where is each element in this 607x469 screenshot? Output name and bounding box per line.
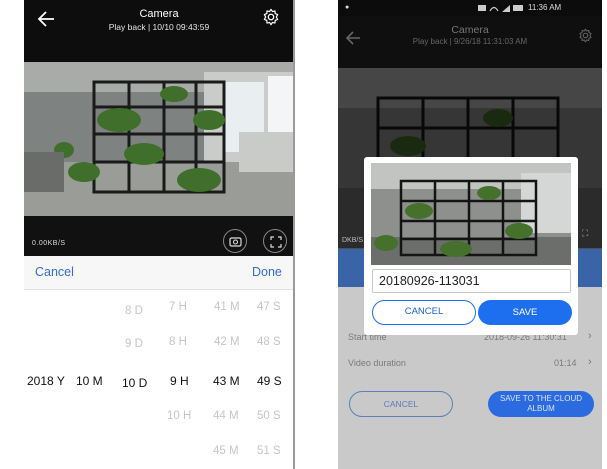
- video-duration-value: 01:14: [554, 358, 577, 368]
- picker-second-option[interactable]: 47 S: [257, 301, 281, 313]
- picker-year-selected[interactable]: 2018 Y: [27, 374, 65, 388]
- video-control-bar: 0.00KB/S: [24, 216, 294, 256]
- playback-subtitle: Play back | 10/10 09:43:59: [108, 22, 210, 32]
- right-header: Camera Play back | 9/26/18 11:31:03 AM: [338, 16, 602, 68]
- expand-icon: [270, 236, 282, 248]
- picker-second-option[interactable]: 51 S: [257, 445, 281, 457]
- gear-icon[interactable]: [262, 8, 280, 26]
- picker-month-selected[interactable]: 10 M: [76, 374, 103, 388]
- left-header: Camera Play back | 10/10 09:43:59: [24, 0, 294, 62]
- playback-subtitle: Play back | 9/26/18 11:31:03 AM: [412, 37, 528, 46]
- picker-minute-option[interactable]: 45 M: [213, 445, 239, 457]
- notification-icon: ●: [345, 4, 350, 11]
- camera-icon: [229, 237, 242, 247]
- recording-thumbnail: [371, 163, 571, 265]
- picker-minute-option[interactable]: 44 M: [213, 410, 239, 422]
- left-phone-screen: Camera Play back | 10/10 09:43:59 0.00KB…: [24, 0, 294, 469]
- picker-day-selected[interactable]: 10 D: [122, 376, 147, 390]
- chevron-right-icon[interactable]: ›: [588, 356, 592, 368]
- picker-toolbar: Cancel Done: [24, 256, 294, 290]
- video-duration-label: Video duration: [348, 358, 406, 368]
- cancel-button[interactable]: CANCEL: [349, 391, 453, 417]
- signal-wifi-battery-icons: [478, 5, 523, 12]
- picker-second-selected[interactable]: 49 S: [257, 374, 282, 388]
- picker-hour-option[interactable]: 7 H: [169, 301, 187, 313]
- status-time: 11:36 AM: [528, 3, 562, 12]
- fullscreen-button[interactable]: [263, 229, 287, 253]
- picker-hour-option[interactable]: 8 H: [169, 336, 187, 348]
- save-to-cloud-button[interactable]: SAVE TO THE CLOUD ALBUM: [488, 391, 594, 417]
- done-button[interactable]: Done: [252, 265, 282, 279]
- screen-divider: [293, 0, 295, 469]
- data-rate-text: DKB/S: [342, 237, 364, 244]
- date-time-picker[interactable]: 8 D 7 H 41 M 47 S 9 D 8 H 42 M 48 S 2018…: [24, 290, 294, 469]
- data-rate-text: 0.00KB/S: [32, 240, 66, 247]
- picker-second-option[interactable]: 48 S: [257, 336, 281, 348]
- picker-hour-option[interactable]: 10 H: [167, 410, 191, 422]
- picker-day-option[interactable]: 9 D: [125, 338, 143, 350]
- dialog-save-button[interactable]: SAVE: [478, 300, 572, 325]
- picker-hour-selected[interactable]: 9 H: [170, 374, 189, 388]
- cancel-button[interactable]: Cancel: [35, 265, 74, 279]
- filename-input[interactable]: 20180926-113031: [372, 269, 571, 293]
- status-bar: ● 11:36 AM: [338, 0, 602, 16]
- dialog-cancel-button[interactable]: CANCEL: [372, 300, 476, 325]
- chevron-right-icon[interactable]: ›: [588, 330, 592, 342]
- picker-minute-option[interactable]: 41 M: [214, 301, 240, 313]
- snapshot-button[interactable]: [223, 229, 247, 253]
- gear-icon[interactable]: [578, 28, 593, 43]
- picker-second-option[interactable]: 50 S: [257, 410, 281, 422]
- save-recording-dialog: 20180926-113031 CANCEL SAVE: [364, 157, 578, 335]
- video-preview[interactable]: [24, 62, 294, 216]
- picker-minute-selected[interactable]: 43 M: [213, 374, 240, 388]
- right-phone-screen: ● 11:36 AM Camera Play back | 9/26/18 11…: [338, 0, 602, 469]
- page-title: Camera: [451, 24, 489, 36]
- page-title: Camera: [139, 8, 179, 20]
- picker-minute-option[interactable]: 42 M: [214, 336, 240, 348]
- picker-day-option[interactable]: 8 D: [125, 305, 143, 317]
- expand-icon: ⛶: [582, 228, 589, 238]
